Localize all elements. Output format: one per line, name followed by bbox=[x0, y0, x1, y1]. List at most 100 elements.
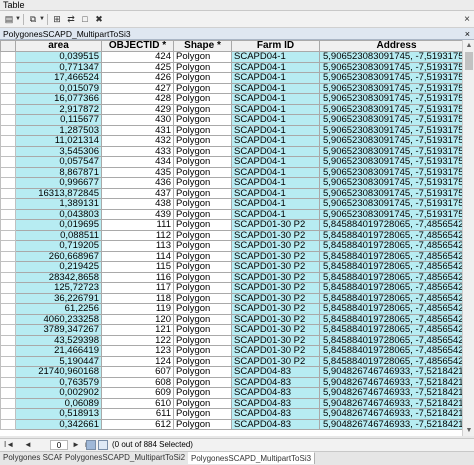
cell-objectid[interactable]: 434 bbox=[101, 156, 174, 168]
cell-shape[interactable]: Polygon bbox=[173, 61, 232, 73]
table-row[interactable]: 3,545306 433 Polygon SCAPD04-1 5,90652308309… bbox=[0, 145, 462, 157]
cell-address[interactable]: 5,845884019728065, -7,48565421352 bbox=[319, 240, 462, 252]
cell-area[interactable]: 0,115677 bbox=[15, 114, 102, 126]
first-record-icon[interactable]: I◄ bbox=[4, 439, 14, 451]
cell-farm-id[interactable]: SCAPD01-30 P2 bbox=[231, 282, 320, 294]
delete-selected-icon[interactable]: ✖ bbox=[92, 13, 106, 26]
cell-shape[interactable]: Polygon bbox=[173, 303, 232, 315]
cell-area[interactable]: 5,190447 bbox=[15, 355, 102, 367]
cell-farm-id[interactable]: SCAPD01-30 P2 bbox=[231, 345, 320, 357]
cell-objectid[interactable]: 427 bbox=[101, 82, 174, 94]
table-row[interactable]: 11,021314 432 Polygon SCAPD04-1 5,9065230830… bbox=[0, 135, 462, 147]
table-row[interactable]: 16313,872845 437 Polygon SCAPD04-1 5,9065230… bbox=[0, 187, 462, 199]
cell-address[interactable]: 5,845884019728065, -7,48565421352 bbox=[319, 292, 462, 304]
cell-area[interactable]: 0,771347 bbox=[15, 61, 102, 73]
table-row[interactable]: 125,72723 117 Polygon SCAPD01-30 P2 5,845884… bbox=[0, 282, 462, 294]
cell-shape[interactable]: Polygon bbox=[173, 145, 232, 157]
row-selector[interactable] bbox=[0, 103, 16, 115]
row-selector[interactable] bbox=[0, 124, 16, 136]
cell-farm-id[interactable]: SCAPD04-83 bbox=[231, 376, 320, 388]
cell-area[interactable]: 0,763579 bbox=[15, 376, 102, 388]
table-row[interactable]: 5,190447 124 Polygon SCAPD01-30 P2 5,8458840… bbox=[0, 355, 462, 367]
cell-area[interactable]: 0,719205 bbox=[15, 240, 102, 252]
row-selector[interactable] bbox=[0, 208, 16, 220]
cell-address[interactable]: 5,845884019728065, -7,48565421352 bbox=[319, 261, 462, 273]
cell-farm-id[interactable]: SCAPD01-30 P2 bbox=[231, 292, 320, 304]
cell-address[interactable]: 5,845884019728065, -7,48565421352 bbox=[319, 355, 462, 367]
row-selector[interactable] bbox=[0, 355, 16, 367]
cell-address[interactable]: 5,906523083091745, -7,51931754016 bbox=[319, 198, 462, 210]
cell-area[interactable]: 0,019695 bbox=[15, 219, 102, 231]
cell-farm-id[interactable]: SCAPD01-30 P2 bbox=[231, 261, 320, 273]
cell-farm-id[interactable]: SCAPD01-30 P2 bbox=[231, 303, 320, 315]
row-selector[interactable] bbox=[0, 156, 16, 168]
tab-multipart-to-si3[interactable]: PolygonesSCAPD_MultipartToSi3 bbox=[188, 452, 316, 464]
vertical-scrollbar[interactable]: ▲ ▼ bbox=[462, 40, 474, 436]
cell-shape[interactable]: Polygon bbox=[173, 282, 232, 294]
cell-farm-id[interactable]: SCAPD04-83 bbox=[231, 408, 320, 420]
cell-farm-id[interactable]: SCAPD01-30 P2 bbox=[231, 355, 320, 367]
cell-shape[interactable]: Polygon bbox=[173, 313, 232, 325]
cell-shape[interactable]: Polygon bbox=[173, 187, 232, 199]
column-header-area[interactable]: area bbox=[15, 40, 102, 52]
cell-shape[interactable]: Polygon bbox=[173, 219, 232, 231]
column-header-farm-id[interactable]: Farm ID bbox=[231, 40, 320, 52]
row-selector[interactable] bbox=[0, 61, 16, 73]
row-selector[interactable] bbox=[0, 114, 16, 126]
cell-shape[interactable]: Polygon bbox=[173, 177, 232, 189]
cell-shape[interactable]: Polygon bbox=[173, 51, 232, 63]
cell-shape[interactable]: Polygon bbox=[173, 208, 232, 220]
table-row[interactable]: 0,719205 113 Polygon SCAPD01-30 P2 5,8458840… bbox=[0, 240, 462, 252]
table-row[interactable]: 21,466419 123 Polygon SCAPD01-30 P2 5,845884… bbox=[0, 345, 462, 357]
current-record-field[interactable]: 0 bbox=[50, 440, 68, 450]
cell-address[interactable]: 5,906523083091745, -7,51931754016 bbox=[319, 135, 462, 147]
cell-objectid[interactable]: 429 bbox=[101, 103, 174, 115]
table-row[interactable]: 8,867871 435 Polygon SCAPD04-1 5,90652308309… bbox=[0, 166, 462, 178]
cell-farm-id[interactable]: SCAPD01-30 P2 bbox=[231, 313, 320, 325]
cell-area[interactable]: 0,002902 bbox=[15, 387, 102, 399]
cell-address[interactable]: 5,906523083091745, -7,51931754016 bbox=[319, 114, 462, 126]
table-row[interactable]: 0,088511 112 Polygon SCAPD01-30 P2 5,8458840… bbox=[0, 229, 462, 241]
cell-objectid[interactable]: 607 bbox=[101, 366, 174, 378]
cell-shape[interactable]: Polygon bbox=[173, 261, 232, 273]
cell-shape[interactable]: Polygon bbox=[173, 250, 232, 262]
cell-farm-id[interactable]: SCAPD04-1 bbox=[231, 61, 320, 73]
row-selector[interactable] bbox=[0, 282, 16, 294]
cell-shape[interactable]: Polygon bbox=[173, 345, 232, 357]
cell-objectid[interactable]: 437 bbox=[101, 187, 174, 199]
table-row[interactable]: 61,2256 119 Polygon SCAPD01-30 P2 5,84588401… bbox=[0, 303, 462, 315]
row-selector[interactable] bbox=[0, 324, 16, 336]
cell-farm-id[interactable]: SCAPD04-1 bbox=[231, 93, 320, 105]
cell-objectid[interactable]: 113 bbox=[101, 240, 174, 252]
cell-shape[interactable]: Polygon bbox=[173, 82, 232, 94]
cell-objectid[interactable]: 122 bbox=[101, 334, 174, 346]
row-selector[interactable] bbox=[0, 51, 16, 63]
column-header-objectid[interactable]: OBJECTID * bbox=[101, 40, 174, 52]
cell-shape[interactable]: Polygon bbox=[173, 198, 232, 210]
table-row[interactable]: 21740,960168 607 Polygon SCAPD04-83 5,904826… bbox=[0, 366, 462, 378]
table-row[interactable]: 1,287503 431 Polygon SCAPD04-1 5,90652308309… bbox=[0, 124, 462, 136]
cell-address[interactable]: 5,906523083091745, -7,51931754016 bbox=[319, 145, 462, 157]
cell-area[interactable]: 0,057547 bbox=[15, 156, 102, 168]
cell-shape[interactable]: Polygon bbox=[173, 355, 232, 367]
row-selector[interactable] bbox=[0, 418, 16, 430]
cell-farm-id[interactable]: SCAPD04-1 bbox=[231, 114, 320, 126]
cell-farm-id[interactable]: SCAPD04-1 bbox=[231, 103, 320, 115]
row-selector[interactable] bbox=[0, 271, 16, 283]
cell-objectid[interactable]: 115 bbox=[101, 261, 174, 273]
row-selector[interactable] bbox=[0, 93, 16, 105]
cell-farm-id[interactable]: SCAPD04-1 bbox=[231, 177, 320, 189]
clear-selection-icon[interactable]: □ bbox=[78, 13, 92, 26]
row-selector[interactable] bbox=[0, 145, 16, 157]
table-row[interactable]: 17,466524 426 Polygon SCAPD04-1 5,9065230830… bbox=[0, 72, 462, 84]
cell-area[interactable]: 11,021314 bbox=[15, 135, 102, 147]
table-row[interactable]: 0,019695 111 Polygon SCAPD01-30 P2 5,8458840… bbox=[0, 219, 462, 231]
cell-farm-id[interactable]: SCAPD01-30 P2 bbox=[231, 250, 320, 262]
cell-objectid[interactable]: 425 bbox=[101, 61, 174, 73]
cell-area[interactable]: 0,015079 bbox=[15, 82, 102, 94]
cell-address[interactable]: 5,906523083091745, -7,51931754016 bbox=[319, 177, 462, 189]
cell-area[interactable]: 2,917872 bbox=[15, 103, 102, 115]
cell-area[interactable]: 16313,872845 bbox=[15, 187, 102, 199]
table-options-icon[interactable]: ▤ bbox=[2, 13, 16, 26]
cell-area[interactable]: 1,389131 bbox=[15, 198, 102, 210]
